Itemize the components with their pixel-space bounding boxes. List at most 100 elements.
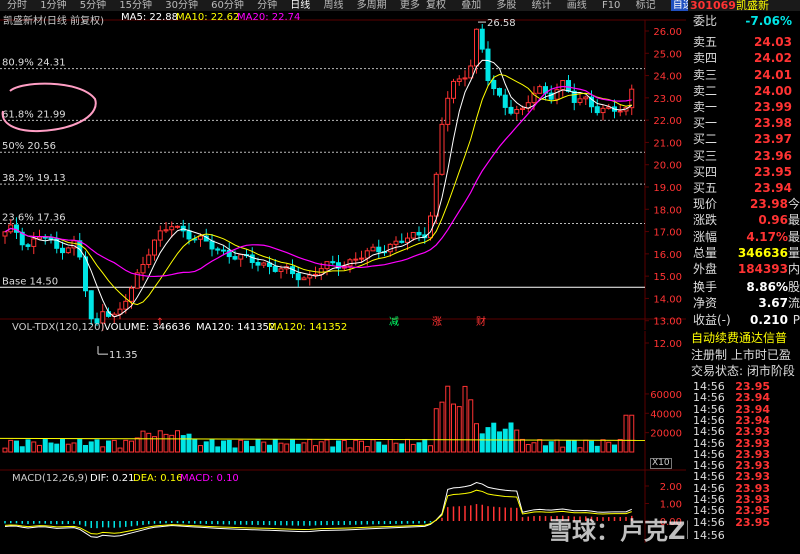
stats-button[interactable]: 统计: [532, 0, 552, 11]
volume-bar: [272, 439, 278, 453]
tab-multi-period[interactable]: 多周期: [357, 0, 387, 11]
tab-more[interactable]: 更多: [400, 0, 420, 11]
macd-dea: DEA: 0.16: [133, 473, 183, 484]
volume-bar: [25, 439, 31, 453]
candle-body: [439, 123, 445, 175]
stat-row-extra-unit: 股: [787, 280, 800, 294]
bid-level-1-value: 23.98: [754, 116, 792, 130]
candle-body: [508, 106, 514, 114]
stat-row-label: 现价: [693, 197, 718, 211]
volume-bar: [100, 446, 106, 453]
stock-header: 301069 凯盛新: [688, 0, 800, 11]
ask-level-3-label: 卖三: [693, 67, 718, 82]
ask-level-4-label: 卖四: [693, 51, 718, 66]
volume-indicator-label: VOL-TDX(120,120): [12, 322, 105, 333]
macd-indicator-label: MACD(12,26,9): [12, 473, 88, 484]
tab-1min[interactable]: 1分钟: [40, 0, 66, 11]
trade-time: 14:56: [693, 529, 725, 542]
candle-body: [330, 261, 336, 264]
volume-bar: [198, 445, 203, 453]
tab-5min[interactable]: 5分钟: [80, 0, 106, 11]
mark-button[interactable]: 标记: [636, 0, 656, 11]
candle-body: [364, 250, 370, 259]
volume-bar: [42, 439, 48, 453]
candle-body: [353, 258, 359, 261]
period-toolbar: 分时 1分钟 5分钟 15分钟 30分钟 60分钟 分钟 日线 周线 多周期 更…: [0, 0, 800, 11]
fib-label: 50% 20.56: [2, 141, 56, 152]
notice-renewal[interactable]: 自动续费通达信普: [691, 330, 800, 346]
candle-body: [514, 109, 520, 114]
tab-intraday[interactable]: 分时: [7, 0, 27, 11]
ask-level-2-value: 24.00: [754, 83, 792, 98]
draw-line-button[interactable]: 画线: [567, 0, 587, 11]
macd-dea-line: [4, 489, 632, 535]
low-marker: 11.35: [109, 350, 138, 361]
candle-body: [445, 97, 451, 125]
trade-tick: 14:56 23.95: [688, 505, 800, 516]
stat-row-value: 4.17%: [746, 229, 788, 244]
f10-button[interactable]: F10: [602, 0, 620, 11]
volume-bar: [416, 442, 422, 453]
multi-stock-button[interactable]: 多股: [496, 0, 516, 11]
fib-label: Base 14.50: [2, 276, 58, 287]
volume-bar: [347, 447, 353, 453]
volume-bar: [600, 439, 606, 453]
volume-bar: [117, 447, 123, 453]
candle-body: [405, 237, 410, 243]
tab-15min[interactable]: 15分钟: [119, 0, 152, 11]
volume-bar: [14, 440, 19, 453]
candle-body: [140, 263, 146, 274]
candle-body: [537, 86, 543, 94]
ask-level-1: 卖一 23.99: [688, 99, 800, 115]
volume-bar: [226, 439, 232, 453]
event-marker: 减: [389, 316, 399, 328]
stat-row-extra-value: 0.210: [750, 312, 788, 327]
volume-bar: [468, 399, 474, 453]
candle-body: [577, 98, 583, 103]
candle-body: [249, 254, 255, 263]
volume-bar: [284, 443, 290, 453]
macd-tick-label: 2.00: [660, 482, 682, 493]
price-tick-label: 13.00: [653, 317, 682, 328]
bid-level-5-value: 23.94: [754, 181, 792, 196]
candle-body: [370, 246, 376, 252]
volume-bar: [491, 422, 497, 453]
trade-price: 23.94: [735, 402, 770, 416]
candle-body: [301, 277, 307, 281]
price-tick-label: 23.00: [653, 94, 682, 105]
tab-60min[interactable]: 60分钟: [211, 0, 244, 11]
volume-bar: [163, 433, 169, 453]
overlay-button[interactable]: 叠加: [461, 0, 481, 11]
volume-bar: [451, 403, 456, 453]
candle-body: [451, 80, 456, 99]
trade-tick-last: 14:56: [688, 528, 800, 544]
price-tick-label: 12.00: [653, 339, 682, 350]
stat-row-label: 总量: [693, 245, 718, 260]
bid-level-4-label: 买四: [693, 164, 718, 179]
adjust-button[interactable]: 复权: [426, 0, 446, 11]
stat-row-unit: 内: [787, 262, 800, 277]
tab-30min[interactable]: 30分钟: [165, 0, 198, 11]
volume-bar: [623, 414, 629, 453]
trade-tick: 14:56 23.93: [688, 471, 800, 482]
volume-bar: [324, 439, 330, 453]
ma10-line: [4, 73, 632, 306]
tab-weekly[interactable]: 周线: [323, 0, 343, 11]
price-tick-label: 18.00: [653, 205, 682, 216]
volume-bar: [433, 408, 439, 453]
volume-bar: [111, 439, 117, 453]
kline-chart-area[interactable]: 80.9% 24.31 61.8% 21.99 50% 20.56 38.2% 19.…: [0, 11, 766, 554]
trade-tick: 14:56 23.94: [688, 392, 800, 403]
ask-level-1-label: 卖一: [693, 100, 718, 115]
candle-body: [416, 231, 422, 236]
notice-registration: 注册制 上市时已盈: [691, 348, 791, 362]
candle-body: [152, 239, 157, 256]
tab-minute[interactable]: 分钟: [257, 0, 277, 11]
volume-bar: [537, 439, 543, 453]
trade-price: 23.95: [735, 504, 770, 518]
volume-bar: [83, 444, 88, 453]
volume-bar: [330, 446, 336, 453]
volume-bar: [474, 423, 479, 453]
commission-ratio: 委比 -7.06%: [688, 13, 800, 29]
tab-daily[interactable]: 日线: [290, 0, 310, 11]
